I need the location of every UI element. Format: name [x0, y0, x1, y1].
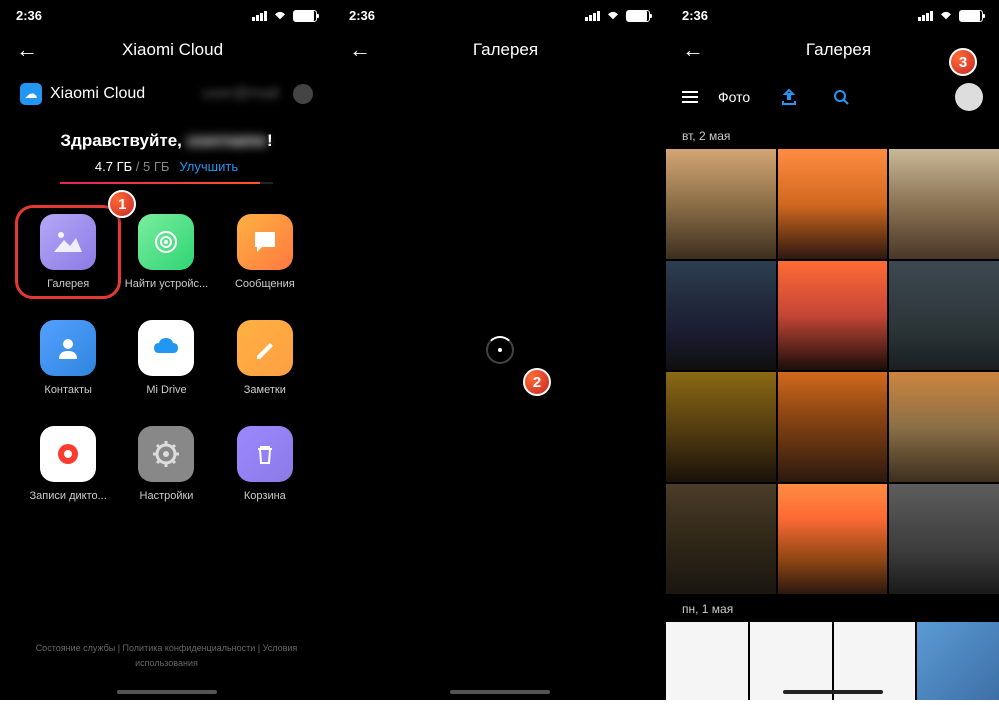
phone-screen-2: 2:36 ← Галерея 2 [333, 0, 666, 700]
photo-thumbnail[interactable] [778, 149, 888, 259]
upgrade-link[interactable]: Улучшить [179, 159, 238, 174]
home-indicator[interactable] [450, 690, 550, 694]
status-bar: 2:36 [333, 0, 666, 27]
contacts-icon [40, 320, 96, 376]
menu-icon[interactable] [682, 91, 698, 103]
photo-grid-2 [666, 622, 999, 700]
loading-spinner [486, 336, 514, 364]
app-notes[interactable]: Заметки [221, 320, 309, 396]
greeting: Здравствуйте, username! [0, 115, 333, 159]
app-trash[interactable]: Корзина [221, 426, 309, 502]
photo-thumbnail[interactable] [778, 261, 888, 371]
photo-thumbnail[interactable] [666, 261, 776, 371]
app-contacts[interactable]: Контакты [24, 320, 112, 396]
signal-icon [918, 11, 933, 21]
status-time: 2:36 [349, 8, 375, 23]
avatar [293, 84, 313, 104]
gallery-toolbar: Фото [666, 73, 999, 121]
photo-thumbnail[interactable] [889, 372, 999, 482]
account-email: user@mail [202, 85, 279, 103]
photo-thumbnail[interactable] [889, 484, 999, 594]
home-indicator[interactable] [117, 690, 217, 694]
date-header-2: пн, 1 мая [666, 594, 999, 622]
signal-icon [252, 11, 267, 21]
photo-thumbnail[interactable] [666, 372, 776, 482]
settings-icon [138, 426, 194, 482]
date-header-1: вт, 2 мая [666, 121, 999, 149]
phone-screen-1: 2:36 ← Xiaomi Cloud ☁ Xiaomi Cloud user@… [0, 0, 333, 700]
apps-grid: 1 Галерея Найти устройс... Сообщения Кон… [0, 214, 333, 502]
photo-thumbnail[interactable] [778, 372, 888, 482]
app-gallery[interactable]: 1 Галерея [15, 205, 121, 299]
header: ← Xiaomi Cloud [0, 27, 333, 73]
battery-icon [626, 10, 650, 22]
app-recordings[interactable]: Записи дикто... [24, 426, 112, 502]
photo-thumbnail[interactable] [834, 622, 916, 700]
status-bar: 2:36 [666, 0, 999, 27]
page-title: Галерея [391, 40, 620, 60]
drive-icon [138, 320, 194, 376]
status-time: 2:36 [682, 8, 708, 23]
trash-icon [237, 426, 293, 482]
photo-thumbnail[interactable] [917, 622, 999, 700]
app-messages[interactable]: Сообщения [221, 214, 309, 290]
page-title: Xiaomi Cloud [58, 40, 287, 60]
app-settings[interactable]: Настройки [122, 426, 210, 502]
account-label: Xiaomi Cloud [50, 85, 145, 103]
record-icon [40, 426, 96, 482]
search-icon[interactable] [832, 88, 850, 106]
back-button[interactable]: ← [349, 37, 371, 63]
header: ← Галерея [333, 27, 666, 73]
wifi-icon [939, 11, 953, 21]
step-badge-2: 2 [523, 368, 551, 396]
photo-thumbnail[interactable] [750, 622, 832, 700]
find-icon [138, 214, 194, 270]
wifi-icon [273, 11, 287, 21]
footer-links[interactable]: Состояние службы | Политика конфиденциал… [0, 641, 333, 670]
notes-icon [237, 320, 293, 376]
battery-icon [959, 10, 983, 22]
status-time: 2:36 [16, 8, 42, 23]
photo-thumbnail[interactable] [666, 149, 776, 259]
photo-thumbnail[interactable] [889, 149, 999, 259]
cloud-icon: ☁ [20, 83, 42, 105]
home-indicator[interactable] [783, 690, 883, 694]
gallery-icon [40, 214, 96, 270]
photo-thumbnail[interactable] [889, 261, 999, 371]
storage-bar [60, 182, 273, 184]
signal-icon [585, 11, 600, 21]
app-find-device[interactable]: Найти устройс... [122, 214, 210, 290]
photo-grid-1 [666, 149, 999, 594]
step-badge-3: 3 [949, 48, 977, 76]
upload-icon[interactable] [780, 88, 798, 106]
storage-info: 4.7 ГБ / 5 ГБ Улучшить [0, 159, 333, 182]
photo-thumbnail[interactable] [778, 484, 888, 594]
account-row[interactable]: ☁ Xiaomi Cloud user@mail [0, 73, 333, 115]
photo-thumbnail[interactable] [666, 622, 748, 700]
battery-icon [293, 10, 317, 22]
page-title: Галерея [724, 40, 953, 60]
tab-photo[interactable]: Фото [718, 89, 750, 105]
photo-thumbnail[interactable] [666, 484, 776, 594]
app-mi-drive[interactable]: Mi Drive [122, 320, 210, 396]
status-bar: 2:36 [0, 0, 333, 27]
back-button[interactable]: ← [16, 37, 38, 63]
avatar[interactable] [955, 83, 983, 111]
phone-screen-3: 2:36 ← Галерея 3 Фото вт, 2 мая пн, 1 ма… [666, 0, 999, 700]
back-button[interactable]: ← [682, 37, 704, 63]
wifi-icon [606, 11, 620, 21]
messages-icon [237, 214, 293, 270]
